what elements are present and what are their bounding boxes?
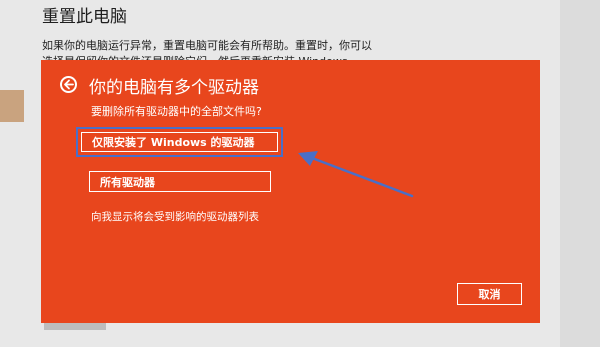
back-arrow-icon[interactable] xyxy=(60,76,77,93)
settings-page-title: 重置此电脑 xyxy=(42,7,127,27)
reset-dialog: 你的电脑有多个驱动器 要删除所有驱动器中的全部文件吗? 仅限安装了 Window… xyxy=(41,60,540,323)
back-arrow-glyph xyxy=(64,79,74,90)
background-image-fragment xyxy=(0,90,24,122)
option-all-drives[interactable]: 所有驱动器 xyxy=(89,171,271,192)
dialog-title: 你的电脑有多个驱动器 xyxy=(89,78,259,98)
cancel-button[interactable]: 取消 xyxy=(457,283,522,305)
background-panel xyxy=(560,0,600,347)
option-windows-drive-only[interactable]: 仅限安装了 Windows 的驱动器 xyxy=(81,132,278,152)
show-affected-drives-link[interactable]: 向我显示将会受到影响的驱动器列表 xyxy=(91,209,259,224)
dialog-subtitle: 要删除所有驱动器中的全部文件吗? xyxy=(91,105,262,118)
